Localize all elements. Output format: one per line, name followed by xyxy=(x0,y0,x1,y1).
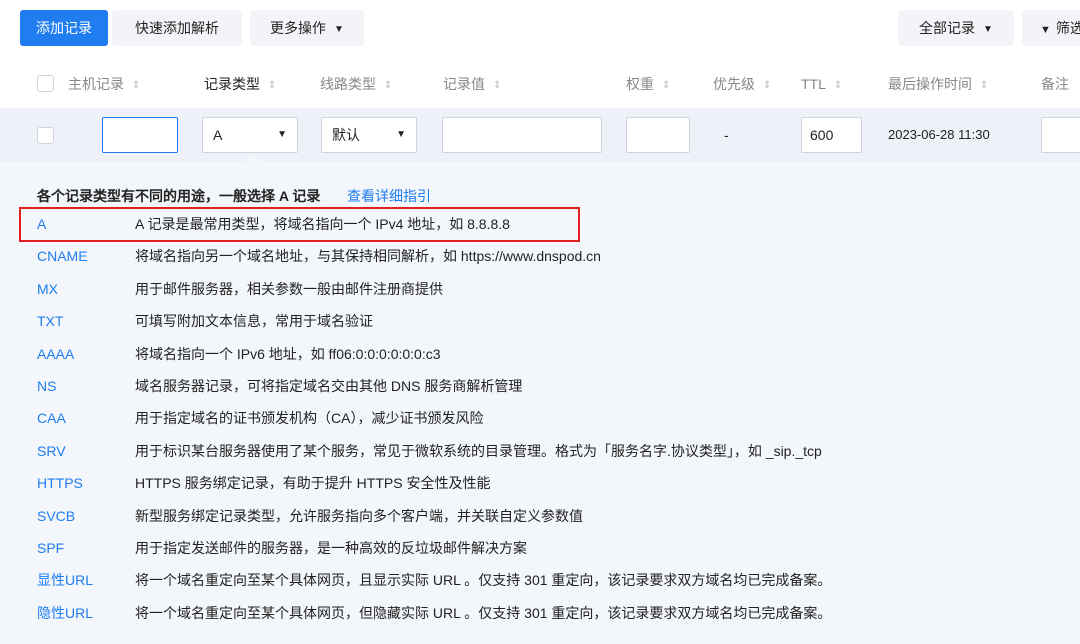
sort-icon: ⇕ xyxy=(132,80,141,91)
sort-icon: ⇕ xyxy=(980,80,989,91)
record-type-option[interactable]: 显性URL 将一个域名重定向至某个具体网页，且显示实际 URL 。仅支持 301 … xyxy=(0,564,1080,596)
header-last-op[interactable]: 最后操作时间 ⇕ xyxy=(888,62,988,106)
record-type-option[interactable]: MX 用于邮件服务器，相关参数一般由邮件注册商提供 xyxy=(0,273,1080,305)
type-select[interactable]: A ▼ xyxy=(202,117,298,153)
header-host[interactable]: 主机记录 ⇕ xyxy=(68,62,140,106)
record-type-option[interactable]: TXT 可填写附加文本信息，常用于域名验证 xyxy=(0,305,1080,337)
ttl-input[interactable]: 600 xyxy=(801,117,862,153)
record-type-option[interactable]: A A 记录是最常用类型，将域名指向一个 IPv4 地址，如 8.8.8.8 xyxy=(0,208,1080,240)
last-op-time: 2023-06-28 11:30 xyxy=(888,127,990,142)
record-type-name: 隐性URL xyxy=(37,604,94,621)
host-input[interactable] xyxy=(102,117,178,153)
record-type-name: 显性URL xyxy=(37,572,94,589)
record-type-name: CAA xyxy=(37,410,66,427)
caret-down-icon: ▼ xyxy=(983,24,993,35)
record-type-desc: 新型服务绑定记录类型，允许服务指向多个客户端，并关联自定义参数值 xyxy=(135,507,583,524)
record-type-option[interactable]: CAA 用于指定域名的证书颁发机构（CA），减少证书颁发风险 xyxy=(0,402,1080,434)
record-type-option[interactable]: 隐性URL 将一个域名重定向至某个具体网页，但隐藏实际 URL 。仅支持 301 … xyxy=(0,597,1080,629)
record-value-input[interactable] xyxy=(442,117,602,153)
add-record-button[interactable]: 添加记录 xyxy=(20,10,108,46)
all-records-dropdown[interactable]: 全部记录 ▼ xyxy=(898,10,1014,46)
record-type-option[interactable]: SRV 用于标识某台服务器使用了某个服务，常见于微软系统的目录管理。格式为「服务名… xyxy=(0,435,1080,467)
sort-icon: ⇕ xyxy=(493,80,502,91)
record-type-desc: 将域名指向另一个域名地址，与其保持相同解析，如 https://www.dnsp… xyxy=(135,248,601,265)
header-line[interactable]: 线路类型 ⇕ xyxy=(320,62,392,106)
header-type[interactable]: 记录类型 ⇕ xyxy=(204,62,276,106)
filter-icon: ▼ xyxy=(1040,24,1051,36)
record-type-name: SVCB xyxy=(37,507,76,524)
quick-add-button[interactable]: 快速添加解析 xyxy=(112,10,242,46)
caret-down-icon: ▼ xyxy=(396,129,406,140)
sort-icon: ⇕ xyxy=(763,80,772,91)
sort-icon: ⇕ xyxy=(662,80,671,91)
record-type-name: SRV xyxy=(37,442,66,459)
record-type-option[interactable]: HTTPS HTTPS 服务绑定记录，有助于提升 HTTPS 安全性及性能 xyxy=(0,467,1080,499)
header-priority[interactable]: 优先级 ⇕ xyxy=(713,62,771,106)
header-weight[interactable]: 权重 ⇕ xyxy=(626,62,670,106)
record-type-desc: HTTPS 服务绑定记录，有助于提升 HTTPS 安全性及性能 xyxy=(135,475,491,492)
record-type-option[interactable]: AAAA 将域名指向一个 IPv6 地址，如 ff06:0:0:0:0:0:0:c… xyxy=(0,338,1080,370)
caret-down-icon: ▼ xyxy=(334,24,344,35)
more-actions-button[interactable]: 更多操作 ▼ xyxy=(250,10,364,46)
record-type-option[interactable]: SVCB 新型服务绑定记录类型，允许服务指向多个客户端，并关联自定义参数值 xyxy=(0,500,1080,532)
record-type-panel: 各个记录类型有不同的用途，一般选择 A 记录 查看详细指引 A A 记录是最常用类… xyxy=(0,162,1080,644)
guide-link[interactable]: 查看详细指引 xyxy=(347,186,431,206)
record-type-option[interactable]: CNAME 将域名指向另一个域名地址，与其保持相同解析，如 https://www… xyxy=(0,240,1080,272)
record-type-option[interactable]: SPF 用于指定发送邮件的服务器，是一种高效的反垃圾邮件解决方案 xyxy=(0,532,1080,564)
caret-down-icon: ▼ xyxy=(277,129,287,140)
new-record-row: A ▼ 默认 ▼ - 600 2023-06-28 11:30 xyxy=(0,108,1080,162)
line-select[interactable]: 默认 ▼ xyxy=(321,117,417,153)
header-value[interactable]: 记录值 ⇕ xyxy=(443,62,501,106)
record-type-name: NS xyxy=(37,378,57,394)
record-type-name: MX xyxy=(37,280,58,297)
select-all-checkbox[interactable] xyxy=(37,75,54,92)
toolbar: 添加记录 快速添加解析 更多操作 ▼ 全部记录 ▼ ▼ 筛选 xyxy=(0,0,1080,56)
record-type-desc: 将一个域名重定向至某个具体网页，但隐藏实际 URL 。仅支持 301 重定向，该… xyxy=(135,604,832,621)
record-type-name: SPF xyxy=(37,540,65,556)
record-type-desc: 用于指定发送邮件的服务器，是一种高效的反垃圾邮件解决方案 xyxy=(135,540,527,556)
record-type-desc: 域名服务器记录，可将指定域名交由其他 DNS 服务商解析管理 xyxy=(135,378,523,394)
filter-button[interactable]: ▼ 筛选 xyxy=(1022,10,1080,46)
header-note: 备注 xyxy=(1041,76,1069,92)
weight-input[interactable] xyxy=(626,117,690,153)
note-input[interactable] xyxy=(1041,117,1080,153)
record-type-desc: A 记录是最常用类型，将域名指向一个 IPv4 地址，如 8.8.8.8 xyxy=(135,216,510,232)
table-header: 主机记录 ⇕ 记录类型 ⇕ 线路类型 ⇕ 记录值 ⇕ 权重 ⇕ 优先级 ⇕ TTL ⇕ 最后操… xyxy=(0,62,1080,106)
dns-records-page: 添加记录 快速添加解析 更多操作 ▼ 全部记录 ▼ ▼ 筛选 主机记录 ⇕ 记录类型 ⇕ … xyxy=(0,0,1080,644)
record-type-desc: 用于指定域名的证书颁发机构（CA），减少证书颁发风险 xyxy=(135,410,484,427)
row-checkbox[interactable] xyxy=(37,127,54,144)
record-type-desc: 用于标识某台服务器使用了某个服务，常见于微软系统的目录管理。格式为「服务名字.协… xyxy=(135,442,822,459)
record-type-name: AAAA xyxy=(37,345,75,362)
sort-icon: ⇕ xyxy=(833,80,843,91)
record-type-desc: 将一个域名重定向至某个具体网页，且显示实际 URL 。仅支持 301 重定向，该… xyxy=(135,572,832,589)
record-type-name: HTTPS xyxy=(37,475,83,492)
sort-icon: ⇕ xyxy=(268,80,277,91)
sort-icon: ⇕ xyxy=(384,80,393,91)
record-type-desc: 用于邮件服务器，相关参数一般由邮件注册商提供 xyxy=(135,280,443,297)
record-type-desc: 将域名指向一个 IPv6 地址，如 ff06:0:0:0:0:0:0:c3 xyxy=(135,345,441,362)
priority-value: - xyxy=(724,127,729,143)
record-type-name: A xyxy=(37,216,47,232)
record-type-name: TXT xyxy=(37,313,64,330)
header-ttl[interactable]: TTL ⇕ xyxy=(801,62,842,106)
panel-title: 各个记录类型有不同的用途，一般选择 A 记录 xyxy=(37,188,321,204)
record-type-option[interactable]: NS 域名服务器记录，可将指定域名交由其他 DNS 服务商解析管理 xyxy=(0,370,1080,402)
record-type-desc: 可填写附加文本信息，常用于域名验证 xyxy=(135,313,373,330)
record-type-name: CNAME xyxy=(37,248,88,265)
